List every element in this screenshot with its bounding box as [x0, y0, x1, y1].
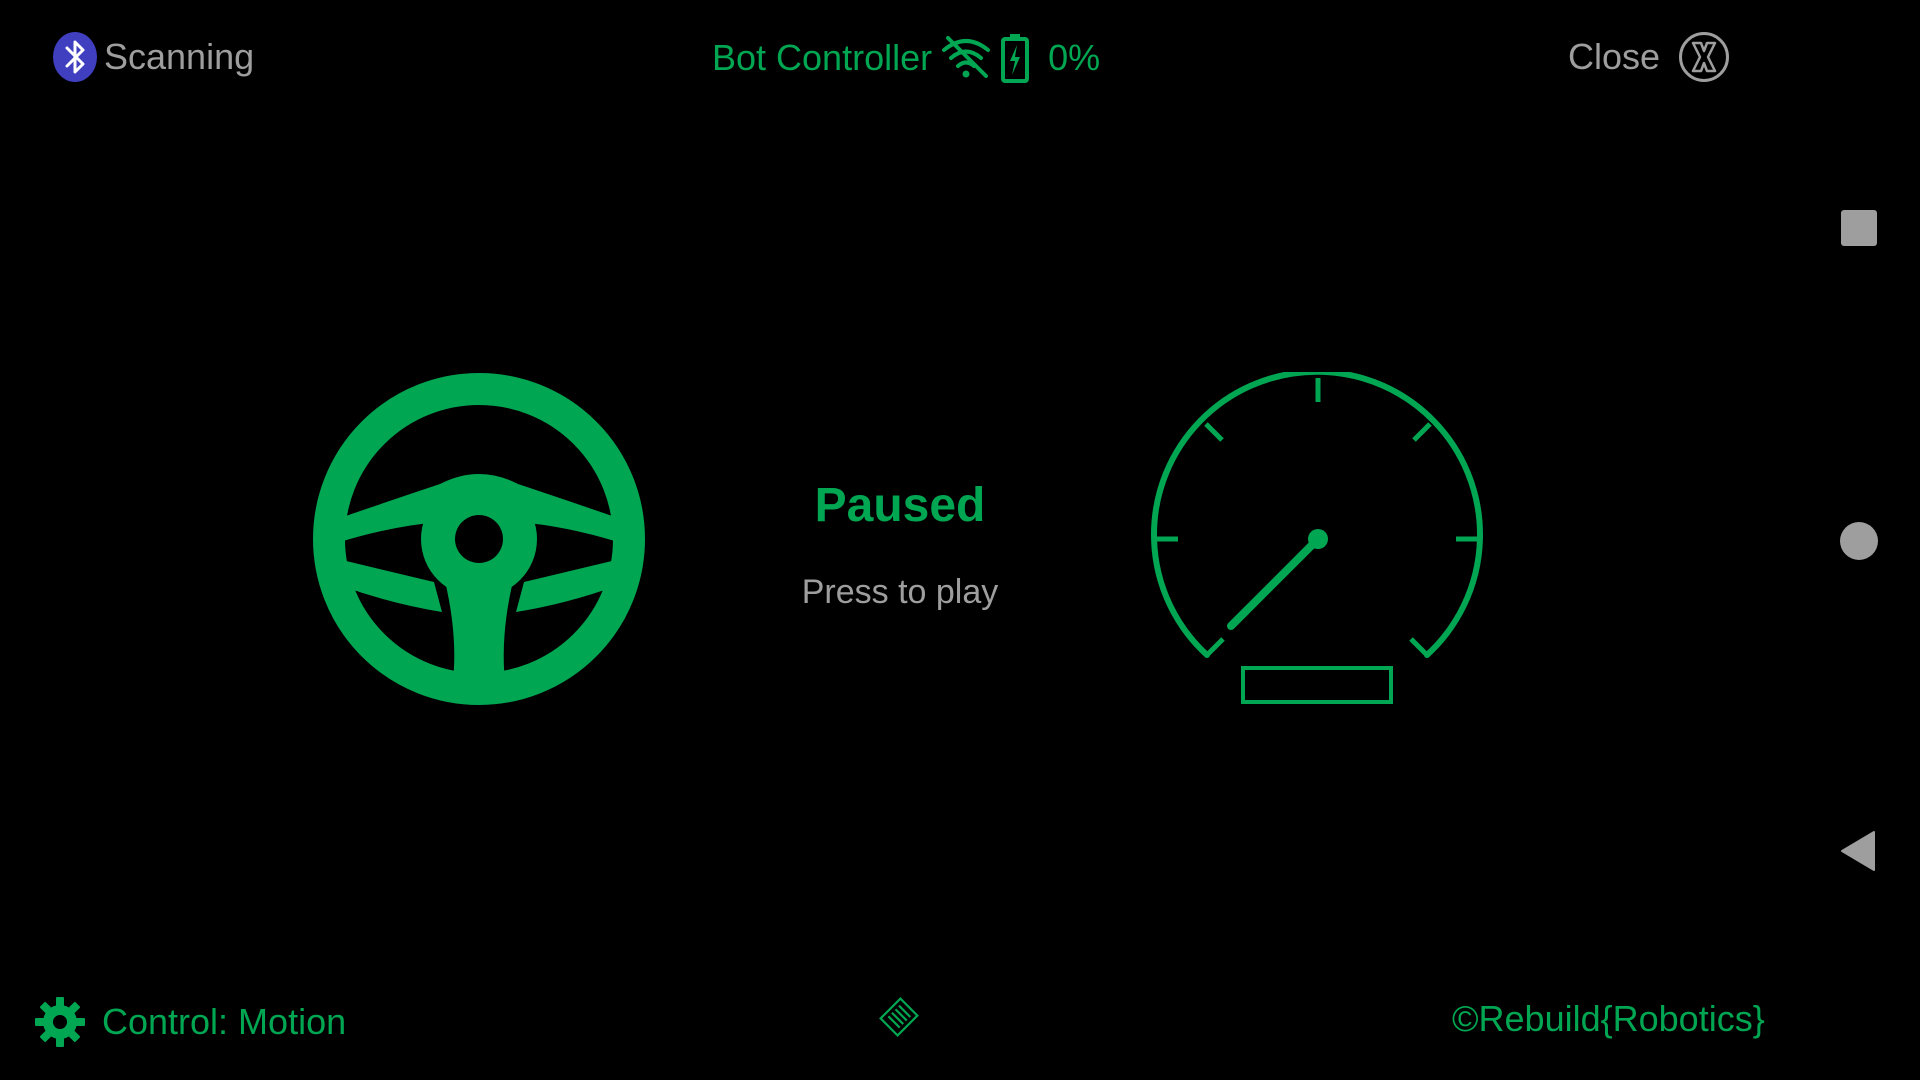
control-mode-label: Control: Motion — [102, 1001, 347, 1042]
app-title: Bot Controller — [712, 37, 933, 78]
title-group: Bot Controller 0% — [712, 30, 1100, 86]
close-button[interactable]: Close — [1568, 28, 1730, 86]
back-triangle-icon[interactable] — [1838, 830, 1878, 872]
home-button[interactable] — [1840, 522, 1878, 560]
steering-wheel-icon[interactable] — [312, 372, 646, 706]
chip-icon — [879, 997, 919, 1037]
bot-controller-screen: Scanning Bot Controller 0% Close Paused … — [0, 0, 1920, 1080]
bluetooth-icon — [53, 32, 97, 82]
gear-icon — [35, 997, 85, 1047]
control-mode-button[interactable]: Control: Motion — [34, 994, 346, 1050]
close-icon — [1679, 32, 1730, 82]
bluetooth-status-label: Scanning — [104, 36, 255, 77]
battery-charging-icon — [1001, 34, 1030, 83]
play-toggle[interactable]: Paused Press to play — [740, 478, 1060, 612]
bluetooth-status[interactable]: Scanning — [52, 30, 254, 84]
playback-state: Paused — [814, 479, 986, 532]
speedometer-icon[interactable] — [1150, 372, 1484, 706]
playback-hint: Press to play — [801, 573, 999, 611]
copyright-text: ©Rebuild{Robotics} — [1452, 998, 1765, 1039]
close-label: Close — [1568, 36, 1661, 77]
battery-percent: 0% — [1048, 37, 1101, 78]
wifi-off-icon — [942, 36, 991, 78]
recents-button[interactable] — [1841, 210, 1877, 246]
